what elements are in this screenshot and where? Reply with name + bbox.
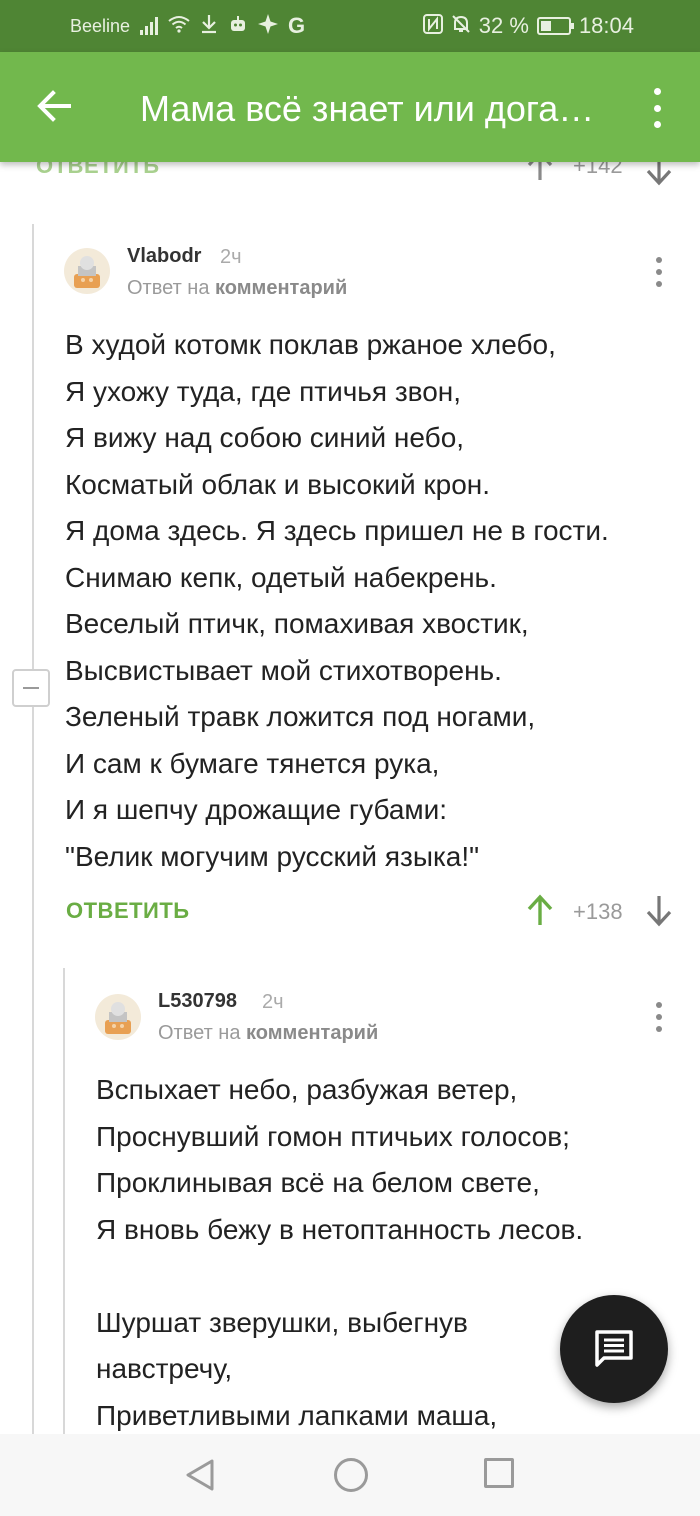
status-right: 32 % 18:04 [422,13,634,39]
reply-button[interactable]: ОТВЕТИТЬ [36,162,160,179]
app-bar: Мама всё знает или догадывается [0,52,700,162]
reply-to-line[interactable]: Ответ на комментарий [127,277,347,300]
comment-line: Я дома здесь. Я здесь пришел не в гости. [65,515,609,546]
avatar[interactable] [95,994,141,1040]
nav-back-icon[interactable] [184,1458,216,1497]
page-title: Мама всё знает или догадывается [140,88,610,129]
comment-author[interactable]: L530798 [158,990,237,1013]
write-comment-button[interactable] [560,1295,668,1403]
comment-line: И я шепчу дрожащие губами: [65,794,448,825]
collapse-thread-button[interactable] [12,669,50,707]
reply-to-target[interactable]: комментарий [246,1022,378,1044]
avatar[interactable] [64,248,110,294]
downvote-arrow-icon[interactable] [645,162,673,191]
comment-text: Вспыхает небо, разбужая ветер, Проснувши… [96,1067,583,1434]
reply-to-prefix: Ответ на [158,1022,241,1044]
comment-line: Приветливыми лапками маша, [96,1399,498,1431]
system-nav-bar [0,1434,700,1516]
comment-line: Вспыхает небо, разбужая ветер, [96,1074,518,1105]
comment-time: 2ч [220,246,242,268]
comment-line: Проснувший гомон птичьих голосов; [96,1120,570,1152]
nav-recents-icon[interactable] [484,1458,514,1488]
comment-text: В худой котомк поклав ржаное хлебо, Я ух… [65,322,609,880]
comment-author[interactable]: Vlabodr [127,245,201,268]
comment-menu-icon[interactable] [655,257,663,287]
comment-line: Снимаю кепк, одетый набекрень. [65,561,497,593]
comment-menu-icon[interactable] [655,1002,663,1032]
reply-button[interactable]: ОТВЕТИТЬ [66,898,190,924]
comment-line: Высвистывает мой стихотворень. [65,654,502,686]
status-bar: Beeline G 32 % 18:04 [0,0,700,52]
reply-to-line[interactable]: Ответ на комментарий [158,1022,378,1045]
upvote-arrow-icon[interactable] [526,162,554,187]
comment-line: И сам к бумаге тянется рука, [65,747,440,779]
nfc-icon [422,14,443,38]
rating-count: +138 [573,899,623,924]
clock: 18:04 [578,13,634,38]
reply-to-prefix: Ответ на [127,277,210,299]
comment-line: Я ухожу туда, где птичья звон, [65,375,462,407]
comment-line: "Велик могучим русский языка!" [65,840,480,872]
comment-line: Проклинывая всё на белом свете, [96,1167,540,1198]
overflow-menu-icon[interactable] [650,88,664,128]
comment-icon [595,1330,633,1367]
status-left: Beeline G [70,14,305,38]
comment-time: 2ч [262,991,284,1013]
google-g-icon: G [288,13,306,38]
comment-line [96,1253,583,1300]
comments-list[interactable]: ОТВЕТИТЬ +142 Vlabodr 2ч Ответ на коммен… [0,162,700,1434]
comment-line: Зеленый травк ложится под ногами, [65,701,536,732]
upvote-arrow-icon[interactable] [526,893,554,932]
robot-icon [228,14,248,38]
comment-line: Я вижу над собою синий небо, [65,422,465,453]
signal-icon [140,17,159,35]
comment-line: навстречу, [96,1353,233,1384]
wifi-icon [168,15,190,37]
nav-home-icon[interactable] [334,1458,368,1492]
comment-line: Веселый птичк, помахивая хвостик, [65,608,529,639]
comment-line: В худой котомк поклав ржаное хлебо, [65,329,556,360]
comment-line: Я вновь бежу в нетоптанность лесов. [96,1213,584,1245]
comment-line: Шуршат зверушки, выбегнув [96,1306,468,1338]
battery-icon [536,17,574,35]
download-icon [200,14,218,38]
rating-count: +142 [573,162,623,178]
downvote-arrow-icon[interactable] [645,894,673,933]
thread-line [32,224,34,1434]
back-arrow-icon[interactable] [36,88,72,124]
sparkle-icon [258,14,279,38]
screen: Beeline G 32 % 18:04 Мама всё знает или … [0,0,700,1516]
reply-to-target[interactable]: комментарий [215,277,347,299]
carrier-name: Beeline [70,15,131,36]
thread-line-nested [63,968,65,1434]
bell-off-icon [451,14,471,38]
comment-line: Косматый облак и высокий крон. [65,468,491,500]
battery-percent: 32 % [478,13,529,38]
